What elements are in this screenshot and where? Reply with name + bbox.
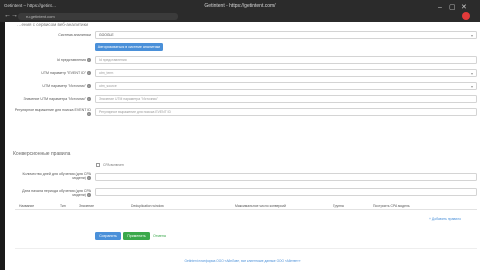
address-bar-text[interactable]: ru.getintent.com (26, 14, 55, 19)
utm-event-id-label: UTM параметр "EVENT ID" i (41, 71, 91, 76)
footer-text[interactable]: GetIntent платформа ООО «АйнЛав», все кл… (5, 259, 480, 263)
column-header-max-conversions: Максимальное число конверсий (235, 204, 286, 208)
training-start-date-label: Дата начала периода обучения (для CPA мо… (22, 189, 91, 198)
cpa-enabled-checkbox[interactable] (96, 163, 100, 167)
column-header-build-cpa: Построить CPA модель (373, 204, 410, 208)
view-id-input[interactable]: Id представления (95, 56, 477, 64)
extension-icon[interactable] (462, 12, 470, 20)
back-icon[interactable]: ← (4, 12, 11, 19)
cpa-enabled-label[interactable]: CPA включен (103, 163, 124, 167)
info-icon: i (87, 176, 91, 181)
minimize-icon[interactable]: – (438, 4, 442, 11)
utm-source-value-label: Значение UTM параметра "Источник" i (23, 97, 91, 102)
cancel-link[interactable]: Отмена (153, 234, 166, 238)
info-icon: i (87, 97, 91, 102)
regex-input[interactable]: Регулярное выражение для поиска EVENT ID (95, 108, 477, 116)
utm-source-label: UTM параметр "Источник" i (42, 84, 91, 89)
footer-divider (15, 248, 477, 249)
utm-event-id-select[interactable]: utm_term (95, 69, 477, 77)
training-start-date-input[interactable] (95, 188, 477, 196)
info-icon: i (87, 58, 91, 63)
forward-icon[interactable]: → (11, 12, 18, 19)
apply-button[interactable]: Применить (123, 232, 150, 240)
browser-chrome: Getintent – https://getint… Getintent - … (0, 0, 480, 22)
column-header-name: Название (19, 204, 35, 208)
save-button[interactable]: Сохранить (95, 232, 121, 240)
info-icon: i (87, 71, 91, 76)
column-header-type: Тип (60, 204, 66, 208)
close-icon[interactable]: ✕ (461, 4, 467, 11)
column-header-value: Значение (79, 204, 95, 208)
regex-label: Регулярное выражение для поиска EVENT ID… (14, 108, 91, 117)
column-header-dedup-window: Deduplication window (131, 204, 164, 208)
training-days-input[interactable] (95, 173, 477, 181)
training-days-label: Количество дней для обучения (для CPA мо… (22, 172, 91, 181)
maximize-icon[interactable]: ▢ (449, 4, 456, 11)
view-id-label: Id представления i (56, 58, 91, 63)
conversion-rules-title: Конверсионные правила (13, 151, 71, 157)
analytics-system-select[interactable]: GOOGLE (95, 31, 477, 39)
utm-source-value-input[interactable]: Значение UTM параметра "Источник" (95, 95, 477, 103)
table-divider (15, 209, 477, 210)
window-title: Getintent - https://getintent.com/ (204, 3, 276, 9)
info-icon: i (87, 84, 91, 89)
analytics-section-title: …ения с сервисом веб-аналитики (17, 22, 89, 27)
utm-source-select[interactable]: utm_source (95, 82, 477, 90)
page-content: …ения с сервисом веб-аналитики Система а… (5, 22, 480, 270)
info-icon: i (87, 193, 91, 198)
add-rule-link[interactable]: + Добавить правило (429, 217, 461, 221)
analytics-system-label: Система аналитики (58, 33, 91, 37)
connect-analytics-button[interactable]: Авторизоваться в системе аналитики (95, 43, 163, 51)
column-header-group: Группа (333, 204, 344, 208)
info-icon: i (87, 112, 91, 117)
